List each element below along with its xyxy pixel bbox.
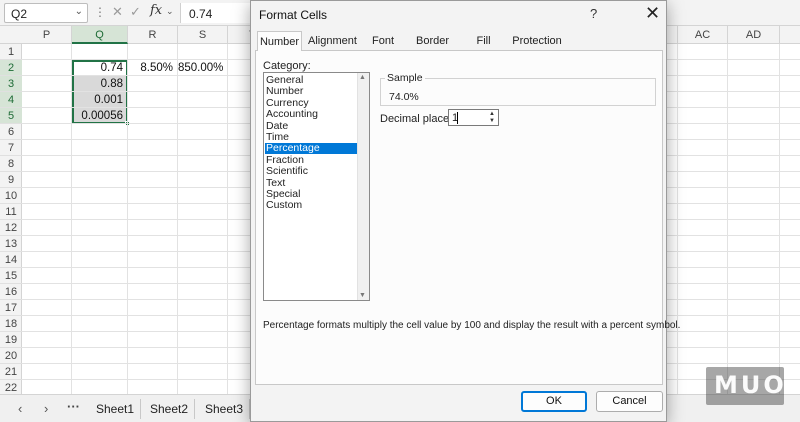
sheet-tab-3[interactable]: Sheet3 (199, 399, 251, 419)
format-description: Percentage formats multiply the cell val… (263, 320, 681, 331)
row-header-7[interactable]: 7 (0, 140, 22, 156)
row-header-14[interactable]: 14 (0, 252, 22, 268)
column-header-ad[interactable]: AD (728, 26, 780, 44)
column-header-s[interactable]: S (178, 26, 228, 44)
cancel-entry-icon[interactable]: ✕ (112, 4, 123, 20)
chevron-right-icon[interactable]: › (44, 401, 48, 416)
category-item-fraction[interactable]: Fraction (265, 154, 357, 166)
tab-alignment[interactable]: Alignment (305, 31, 360, 51)
row-header-21[interactable]: 21 (0, 364, 22, 380)
decimal-places-input[interactable]: 1 ▲ ▼ (448, 109, 499, 126)
row-header-3[interactable]: 3 (0, 76, 22, 92)
row-header-6[interactable]: 6 (0, 124, 22, 140)
category-label: Category: (263, 60, 311, 72)
row-header-17[interactable]: 17 (0, 300, 22, 316)
row-header-15[interactable]: 15 (0, 268, 22, 284)
confirm-entry-icon[interactable]: ✓ (130, 4, 141, 20)
scroll-down-icon[interactable]: ▼ (359, 292, 366, 299)
name-box[interactable]: Q2 ⌄ (4, 3, 88, 23)
sample-group: Sample 74.0% (380, 72, 656, 106)
row-header-1[interactable]: 1 (0, 44, 22, 60)
tab-border[interactable]: Border (410, 31, 455, 51)
row-header-13[interactable]: 13 (0, 236, 22, 252)
category-item-general[interactable]: General (265, 75, 357, 86)
category-item-currency[interactable]: Currency (265, 97, 357, 109)
column-header-p[interactable]: P (22, 26, 72, 44)
name-box-value: Q2 (11, 7, 28, 21)
row-header-4[interactable]: 4 (0, 92, 22, 108)
scroll-up-icon[interactable]: ▲ (359, 74, 366, 81)
ok-button[interactable]: OK (521, 391, 587, 412)
help-icon[interactable]: ? (590, 6, 597, 21)
category-item-scientific[interactable]: Scientific (265, 166, 357, 177)
formula-value: 0.74 (189, 7, 213, 21)
format-cells-dialog: Format Cells ? ✕ Number Alignment Font Bord… (250, 0, 680, 422)
number-tab-panel: Category: General Number Currency Accountin… (255, 51, 680, 385)
selection-range (72, 60, 128, 124)
decimal-places-label: Decimal places: (380, 113, 458, 125)
category-item-special[interactable]: Special (265, 189, 357, 200)
category-item-date[interactable]: Date (265, 120, 357, 132)
text-caret (457, 112, 458, 124)
sample-value: 74.0% (389, 91, 419, 103)
row-header-9[interactable]: 9 (0, 172, 22, 188)
insert-function-icon[interactable]: fx (150, 3, 162, 18)
dialog-title: Format Cells (259, 8, 328, 22)
cancel-button[interactable]: Cancel (596, 391, 663, 412)
tab-font[interactable]: Font (363, 31, 403, 51)
row-header-18[interactable]: 18 (0, 316, 22, 332)
tab-protection[interactable]: Protection (507, 31, 567, 51)
chevron-down-icon[interactable]: ⌄ (75, 6, 83, 17)
cell-s2[interactable]: 850.00% (178, 60, 227, 76)
excel-window: Q2 ⌄ ⋮ ✕ ✓ fx ⌄ 0.74 PQRSTUVWXYZAAABACAD… (0, 0, 800, 422)
spin-down-icon[interactable]: ▼ (486, 118, 498, 125)
sheet-tab-2[interactable]: Sheet2 (144, 399, 196, 419)
category-scrollbar[interactable]: ▲ ▼ (357, 73, 369, 300)
column-header-ac[interactable]: AC (678, 26, 728, 44)
category-item-custom[interactable]: Custom (265, 200, 357, 211)
column-header-q[interactable]: Q (72, 26, 128, 44)
dialog-tab-bar: Number Alignment Font Border Fill Protection (255, 31, 663, 52)
category-item-text[interactable]: Text (265, 177, 357, 189)
row-header-10[interactable]: 10 (0, 188, 22, 204)
chevron-left-icon[interactable]: ‹ (18, 401, 22, 416)
row-header-8[interactable]: 8 (0, 156, 22, 172)
category-listbox[interactable]: General Number Currency Accounting Date Time P… (263, 72, 370, 301)
cell-r2[interactable]: 8.50% (128, 60, 177, 76)
category-item-accounting[interactable]: Accounting (265, 109, 357, 120)
chevron-down-icon[interactable]: ⌄ (166, 6, 174, 17)
watermark-logo: MUO (706, 367, 784, 405)
more-icon: ⋮ (94, 5, 106, 19)
row-header-20[interactable]: 20 (0, 348, 22, 364)
close-icon[interactable]: ✕ (645, 3, 660, 24)
row-header-2[interactable]: 2 (0, 60, 22, 76)
tab-number[interactable]: Number (257, 31, 302, 52)
more-sheets-icon[interactable]: ··· (67, 399, 80, 414)
row-headers: 1 2 3 4 5 6 7 8 9 10 11 12 13 14 15 16 17 18 19 20 21 22 (0, 44, 22, 396)
category-item-time[interactable]: Time (265, 132, 357, 143)
tab-fill[interactable]: Fill (466, 31, 501, 51)
watermark-text: MUO (714, 371, 787, 399)
row-header-5[interactable]: 5 (0, 108, 22, 124)
category-item-percentage[interactable]: Percentage (265, 143, 357, 155)
sample-label: Sample (385, 72, 425, 84)
row-header-12[interactable]: 12 (0, 220, 22, 236)
row-header-19[interactable]: 19 (0, 332, 22, 348)
spin-up-icon[interactable]: ▲ (486, 111, 498, 118)
row-header-16[interactable]: 16 (0, 284, 22, 300)
formula-input[interactable]: 0.74 (180, 3, 250, 23)
category-item-number[interactable]: Number (265, 86, 357, 97)
sheet-tab-1[interactable]: Sheet1 (90, 399, 142, 419)
row-header-11[interactable]: 11 (0, 204, 22, 220)
column-header-r[interactable]: R (128, 26, 178, 44)
